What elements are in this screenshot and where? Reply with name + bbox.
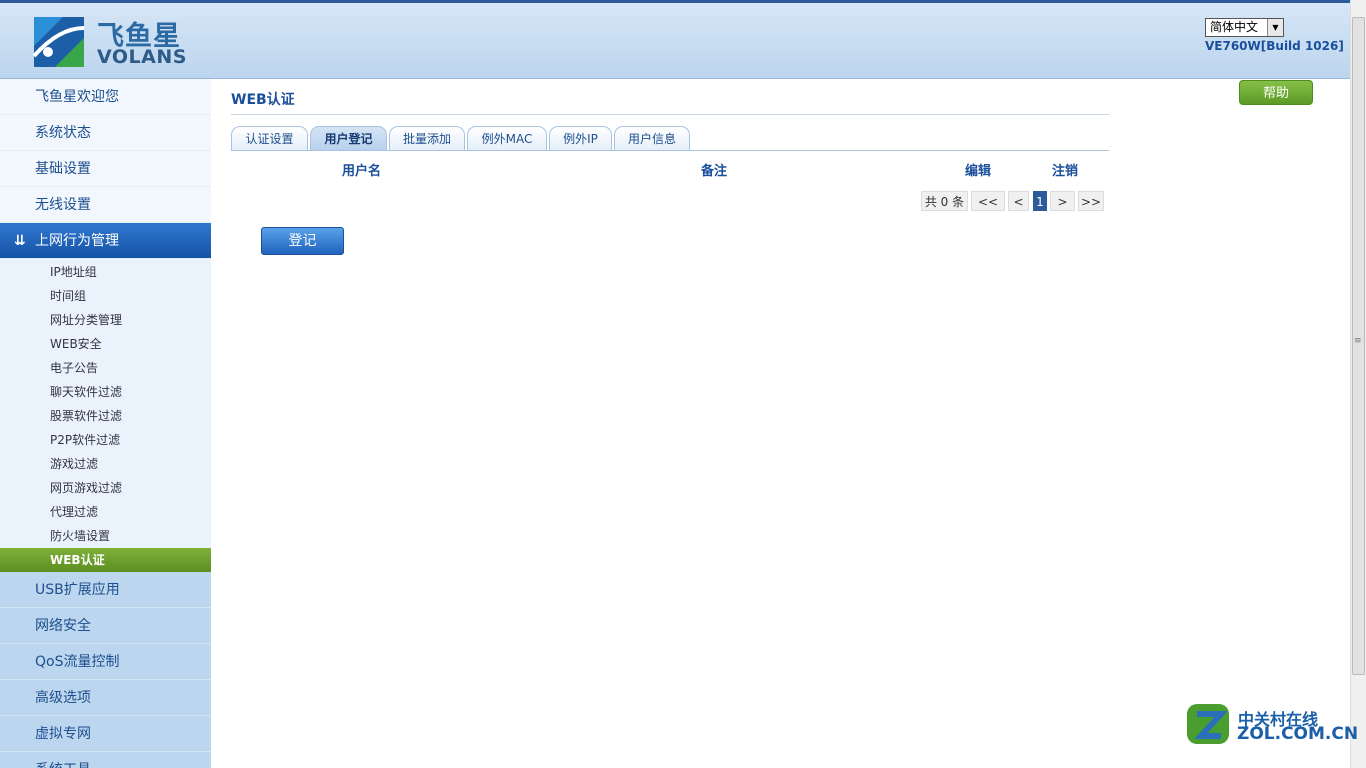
dropdown-arrow-icon: ▼: [1267, 19, 1283, 36]
pager-prev-button[interactable]: <: [1008, 191, 1029, 211]
volans-logo[interactable]: 飞鱼星 VOLANS: [33, 14, 193, 70]
sub-item-game-filter[interactable]: 游戏过滤: [0, 452, 211, 476]
sub-item-web-auth[interactable]: WEB认证: [0, 548, 211, 572]
sidebar-item-usb[interactable]: USB扩展应用: [0, 572, 211, 608]
sidebar-item-tools[interactable]: 系统工具: [0, 752, 211, 768]
sidebar-item-label: 上网行为管理: [35, 233, 119, 249]
sidebar-sub-list: IP地址组 时间组 网址分类管理 WEB安全 电子公告 聊天软件过滤 股票软件过…: [0, 259, 211, 572]
sub-item-ip-group[interactable]: IP地址组: [0, 260, 211, 284]
sidebar-item-network-security[interactable]: 网络安全: [0, 608, 211, 644]
sidebar-item-status[interactable]: 系统状态: [0, 115, 211, 151]
sidebar-item-qos[interactable]: QoS流量控制: [0, 644, 211, 680]
sidebar-item-behavior[interactable]: ⇊ 上网行为管理: [0, 223, 211, 259]
volans-logo-icon: [33, 17, 85, 67]
sidebar: 飞鱼星欢迎您 系统状态 基础设置 无线设置 ⇊ 上网行为管理 IP地址组 时间组…: [0, 79, 211, 768]
scroll-grip-icon: ≡: [1354, 336, 1362, 346]
sub-item-proxy-filter[interactable]: 代理过滤: [0, 500, 211, 524]
tab-auth-settings[interactable]: 认证设置: [231, 126, 308, 151]
pager-next-button[interactable]: >: [1050, 191, 1075, 211]
build-version: VE760W[Build 1026]: [1205, 39, 1344, 53]
tab-user-register[interactable]: 用户登记: [310, 126, 387, 151]
sub-item-firewall[interactable]: 防火墙设置: [0, 524, 211, 548]
scrollbar[interactable]: ≡: [1350, 0, 1366, 768]
tab-divider: [231, 150, 1109, 151]
column-header-username: 用户名: [342, 164, 382, 179]
scrollbar-thumb[interactable]: [1352, 17, 1365, 675]
pager-first-button[interactable]: <<: [971, 191, 1005, 211]
column-header-edit: 编辑: [965, 164, 992, 179]
sub-item-time-group[interactable]: 时间组: [0, 284, 211, 308]
pager-last-button[interactable]: >>: [1078, 191, 1104, 211]
title-divider: [231, 114, 1109, 115]
language-value: 简体中文: [1210, 20, 1259, 34]
column-header-remark: 备注: [701, 164, 728, 179]
sidebar-item-wireless[interactable]: 无线设置: [0, 187, 211, 223]
sub-item-chat-filter[interactable]: 聊天软件过滤: [0, 380, 211, 404]
language-select[interactable]: 简体中文 ▼: [1205, 18, 1284, 37]
sub-item-stock-filter[interactable]: 股票软件过滤: [0, 404, 211, 428]
page-title: WEB认证: [231, 92, 295, 108]
sub-item-bulletin[interactable]: 电子公告: [0, 356, 211, 380]
header: 飞鱼星 VOLANS 简体中文 ▼ VE760W[Build 1026]: [0, 0, 1350, 79]
sidebar-item-vpn[interactable]: 虚拟专网: [0, 716, 211, 752]
column-header-logout: 注销: [1052, 164, 1079, 179]
tab-batch-add[interactable]: 批量添加: [389, 126, 465, 151]
sidebar-item-advanced[interactable]: 高级选项: [0, 680, 211, 716]
sidebar-item-basic[interactable]: 基础设置: [0, 151, 211, 187]
help-button[interactable]: 帮助: [1239, 80, 1313, 105]
sub-item-p2p-filter[interactable]: P2P软件过滤: [0, 428, 211, 452]
sub-item-webgame-filter[interactable]: 网页游戏过滤: [0, 476, 211, 500]
watermark-text-en: ZOL.COM.CN: [1237, 724, 1359, 744]
pager-current-page[interactable]: 1: [1033, 191, 1047, 211]
tab-user-info[interactable]: 用户信息: [614, 126, 690, 151]
sidebar-lower-list: USB扩展应用 网络安全 QoS流量控制 高级选项 虚拟专网 系统工具: [0, 572, 211, 768]
tab-exception-ip[interactable]: 例外IP: [549, 126, 612, 151]
sub-item-url-category[interactable]: 网址分类管理: [0, 308, 211, 332]
logo-text-en: VOLANS: [97, 46, 187, 68]
sidebar-item-welcome[interactable]: 飞鱼星欢迎您: [0, 79, 211, 115]
double-chevron-down-icon: ⇊: [14, 233, 26, 249]
zol-logo-icon: [1187, 704, 1229, 744]
zol-watermark: 中关村在线 ZOL.COM.CN: [1185, 700, 1358, 750]
register-button[interactable]: 登记: [261, 227, 344, 255]
sub-item-web-security[interactable]: WEB安全: [0, 332, 211, 356]
pager-total: 共 0 条: [921, 191, 968, 211]
tab-exception-mac[interactable]: 例外MAC: [467, 126, 547, 151]
